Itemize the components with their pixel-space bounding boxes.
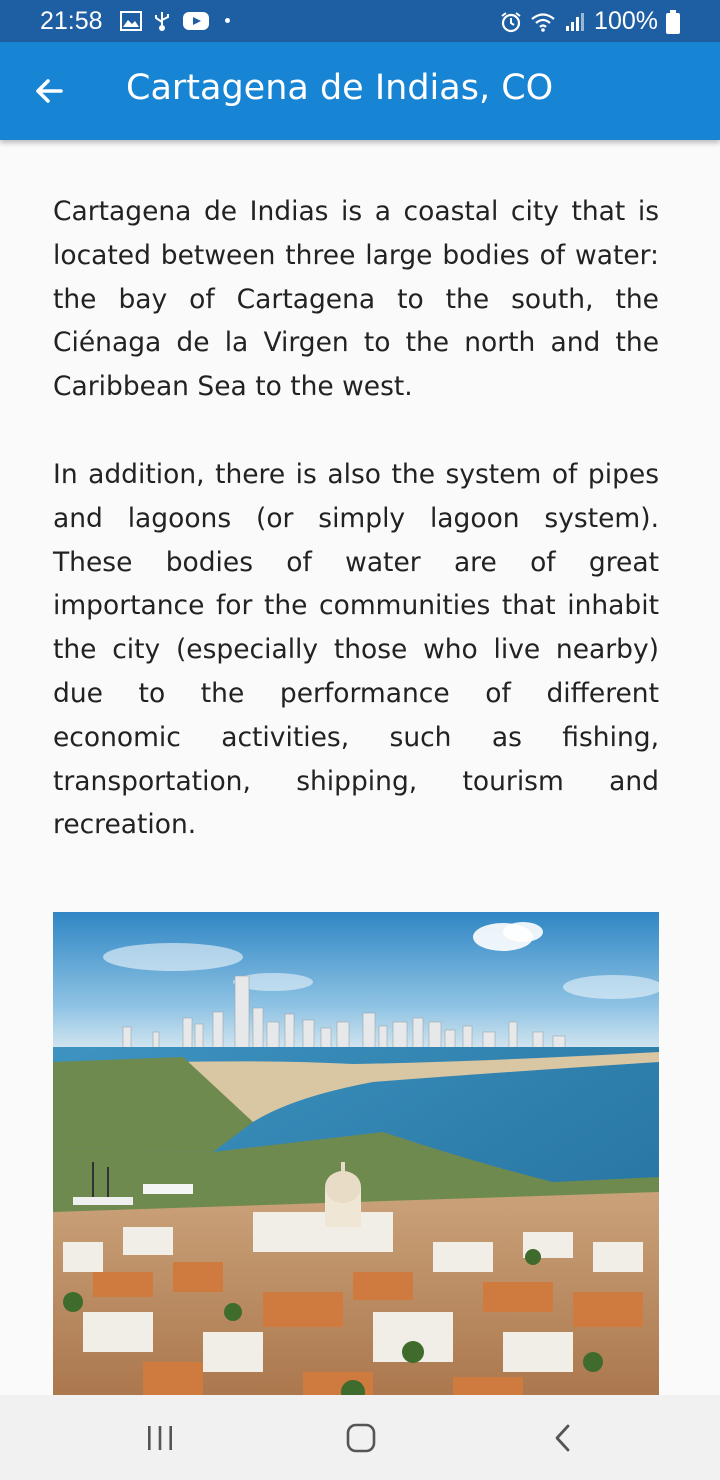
notification-icons — [120, 10, 210, 32]
page-title: Cartagena de Indias, CO — [126, 68, 554, 108]
recent-apps-icon — [148, 1426, 172, 1450]
arrow-left-icon — [36, 79, 63, 103]
home-button[interactable] — [331, 1413, 391, 1463]
battery-icon — [666, 9, 680, 34]
signal-icon — [566, 12, 585, 31]
nav-back-button[interactable] — [533, 1413, 593, 1463]
paragraph-details: In addition, there is also the system of… — [53, 459, 659, 841]
wifi-icon — [531, 12, 555, 32]
aerial-city-photo — [53, 912, 659, 1395]
article-content[interactable]: Cartagena de Indias is a coastal city th… — [0, 140, 720, 1395]
more-notifications-dot — [225, 18, 230, 23]
back-icon — [555, 1424, 570, 1452]
system-icons: 100% — [500, 7, 680, 36]
alarm-icon — [501, 11, 521, 32]
paragraph-intro: Cartagena de Indias is a coastal city th… — [53, 196, 659, 403]
youtube-icon — [183, 12, 209, 30]
status-time: 21:58 — [40, 7, 103, 35]
recent-apps-button[interactable] — [130, 1413, 190, 1463]
home-icon — [346, 1423, 376, 1453]
status-bar: 21:58 100% — [0, 0, 720, 42]
usb-icon — [155, 12, 169, 31]
image-icon — [120, 11, 142, 31]
back-button[interactable] — [22, 64, 76, 118]
battery-percent: 100% — [594, 7, 658, 35]
system-nav-bar — [0, 1395, 720, 1480]
app-bar: Cartagena de Indias, CO — [0, 42, 720, 140]
